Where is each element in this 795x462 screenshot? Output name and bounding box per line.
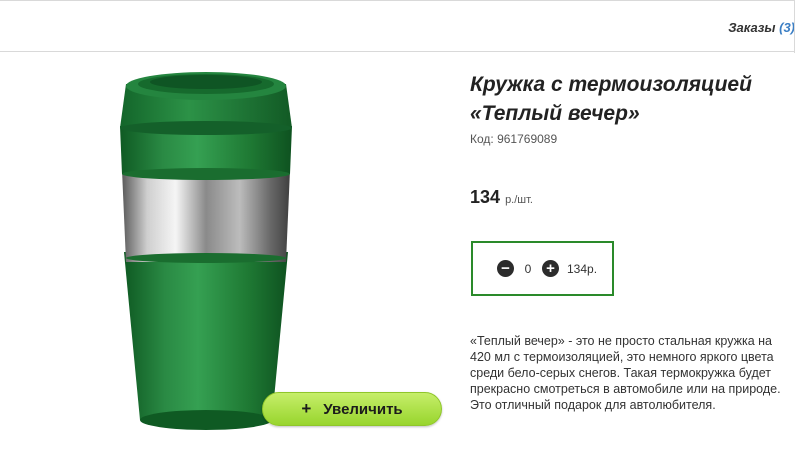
quantity-total: 134р.	[567, 261, 598, 276]
price-unit: р./шт.	[505, 194, 533, 206]
quantity-stepper: − 0 + 134р.	[471, 241, 614, 296]
top-bar: Заказы (3)	[0, 0, 795, 53]
quantity-value[interactable]: 0	[522, 262, 534, 276]
product-image[interactable]	[96, 62, 316, 442]
orders-label: Заказы	[728, 20, 776, 35]
price-value: 134	[470, 187, 501, 207]
product-title: Кружка с термоизоляцией «Теплый вечер»	[470, 73, 752, 125]
plus-icon: +	[301, 399, 312, 418]
zoom-label: Увеличить	[323, 400, 403, 418]
orders-link[interactable]: Заказы (3)	[728, 20, 795, 35]
thermo-mug-image	[120, 72, 292, 430]
product-price: 134 р./шт.	[470, 187, 533, 208]
plus-circle-icon[interactable]: +	[542, 260, 559, 277]
minus-circle-icon[interactable]: −	[497, 260, 514, 277]
product-code: Код: 961769089	[470, 132, 558, 146]
orders-count: (3)	[779, 20, 795, 35]
zoom-button[interactable]: + Увеличить	[262, 392, 442, 426]
product-description: «Теплый вечер» - это не просто стальная …	[470, 334, 781, 412]
